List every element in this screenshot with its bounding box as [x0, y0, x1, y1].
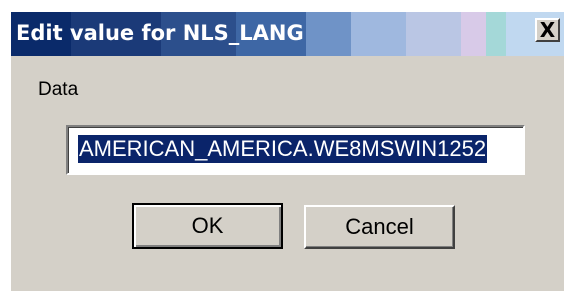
data-label: Data [38, 79, 79, 100]
close-icon: X [539, 18, 556, 42]
data-value-selected-text[interactable]: AMERICAN_AMERICA.WE8MSWIN1252 [78, 135, 488, 163]
dialog-titlebar[interactable]: Edit value for NLS_LANG X [11, 0, 564, 56]
close-button[interactable]: X [535, 18, 560, 42]
ok-button-label: OK [191, 213, 224, 238]
cancel-button-label: Cancel [345, 214, 414, 239]
dialog-title: Edit value for NLS_LANG [16, 21, 304, 45]
cancel-button[interactable]: Cancel [304, 205, 455, 249]
edit-value-dialog: Edit value for NLS_LANG X Data AMERICAN_… [0, 0, 566, 291]
ok-button[interactable]: OK [132, 203, 283, 249]
data-value-input[interactable]: AMERICAN_AMERICA.WE8MSWIN1252 [66, 125, 525, 175]
